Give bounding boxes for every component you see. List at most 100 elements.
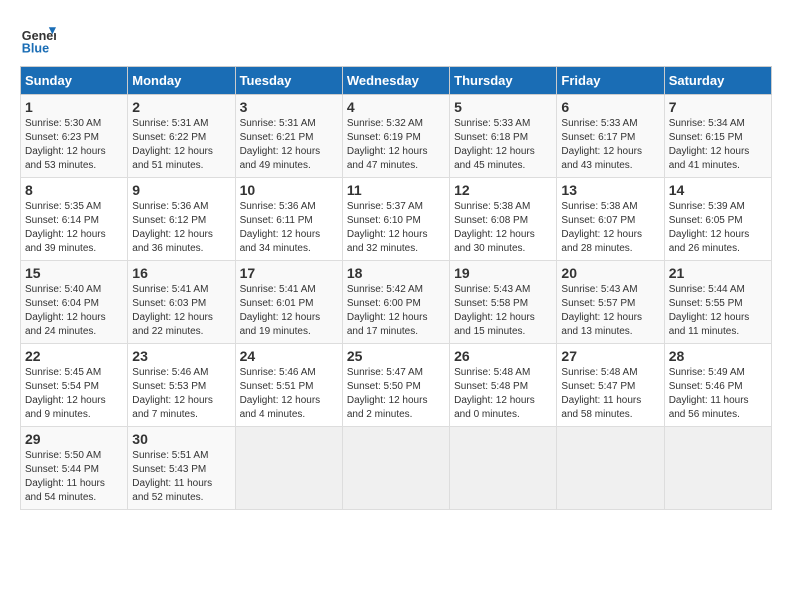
day-info: Sunrise: 5:31 AM Sunset: 6:22 PM Dayligh…	[132, 117, 230, 173]
day-info: Sunrise: 5:31 AM Sunset: 6:21 PM Dayligh…	[240, 117, 338, 173]
day-number: 23	[132, 348, 230, 364]
calendar-cell	[450, 427, 557, 510]
calendar-cell: 14 Sunrise: 5:39 AM Sunset: 6:05 PM Dayli…	[664, 178, 771, 261]
calendar-cell: 24 Sunrise: 5:46 AM Sunset: 5:51 PM Dayli…	[235, 344, 342, 427]
day-info: Sunrise: 5:48 AM Sunset: 5:48 PM Dayligh…	[454, 366, 552, 422]
calendar-cell: 25Sunrise: 5:47 AM Sunset: 5:50 PM Dayli…	[342, 344, 449, 427]
calendar-cell: 19Sunrise: 5:43 AM Sunset: 5:58 PM Dayli…	[450, 261, 557, 344]
calendar-cell: 16 Sunrise: 5:41 AM Sunset: 6:03 PM Dayli…	[128, 261, 235, 344]
day-number: 22	[25, 348, 123, 364]
day-info: Sunrise: 5:47 AM Sunset: 5:50 PM Dayligh…	[347, 366, 445, 422]
day-number: 9	[132, 182, 230, 198]
day-info: Sunrise: 5:33 AM Sunset: 6:17 PM Dayligh…	[561, 117, 659, 173]
day-info: Sunrise: 5:38 AM Sunset: 6:08 PM Dayligh…	[454, 200, 552, 256]
day-info: Sunrise: 5:43 AM Sunset: 5:58 PM Dayligh…	[454, 283, 552, 339]
weekday-header-cell: Monday	[128, 67, 235, 95]
calendar-cell: 29 Sunrise: 5:50 AM Sunset: 5:44 PM Dayli…	[21, 427, 128, 510]
calendar-body: 1Sunrise: 5:30 AM Sunset: 6:23 PM Daylig…	[21, 95, 772, 510]
calendar-table: SundayMondayTuesdayWednesdayThursdayFrid…	[20, 66, 772, 510]
day-info: Sunrise: 5:48 AM Sunset: 5:47 PM Dayligh…	[561, 366, 659, 422]
day-number: 16	[132, 265, 230, 281]
day-info: Sunrise: 5:49 AM Sunset: 5:46 PM Dayligh…	[669, 366, 767, 422]
day-info: Sunrise: 5:34 AM Sunset: 6:15 PM Dayligh…	[669, 117, 767, 173]
day-info: Sunrise: 5:45 AM Sunset: 5:54 PM Dayligh…	[25, 366, 123, 422]
calendar-row: 8 Sunrise: 5:35 AM Sunset: 6:14 PM Daylig…	[21, 178, 772, 261]
calendar-row: 1Sunrise: 5:30 AM Sunset: 6:23 PM Daylig…	[21, 95, 772, 178]
day-number: 24	[240, 348, 338, 364]
calendar-cell: 3 Sunrise: 5:31 AM Sunset: 6:21 PM Daylig…	[235, 95, 342, 178]
svg-text:Blue: Blue	[22, 41, 49, 55]
calendar-cell: 27 Sunrise: 5:48 AM Sunset: 5:47 PM Dayli…	[557, 344, 664, 427]
day-number: 28	[669, 348, 767, 364]
calendar-cell: 22 Sunrise: 5:45 AM Sunset: 5:54 PM Dayli…	[21, 344, 128, 427]
day-number: 12	[454, 182, 552, 198]
day-number: 21	[669, 265, 767, 281]
day-number: 30	[132, 431, 230, 447]
calendar-cell: 30 Sunrise: 5:51 AM Sunset: 5:43 PM Dayli…	[128, 427, 235, 510]
day-info: Sunrise: 5:41 AM Sunset: 6:01 PM Dayligh…	[240, 283, 338, 339]
day-number: 11	[347, 182, 445, 198]
calendar-cell: 5 Sunrise: 5:33 AM Sunset: 6:18 PM Daylig…	[450, 95, 557, 178]
calendar-cell	[557, 427, 664, 510]
calendar-cell: 1Sunrise: 5:30 AM Sunset: 6:23 PM Daylig…	[21, 95, 128, 178]
calendar-cell: 7 Sunrise: 5:34 AM Sunset: 6:15 PM Daylig…	[664, 95, 771, 178]
day-info: Sunrise: 5:46 AM Sunset: 5:53 PM Dayligh…	[132, 366, 230, 422]
day-info: Sunrise: 5:43 AM Sunset: 5:57 PM Dayligh…	[561, 283, 659, 339]
day-info: Sunrise: 5:37 AM Sunset: 6:10 PM Dayligh…	[347, 200, 445, 256]
calendar-cell: 8 Sunrise: 5:35 AM Sunset: 6:14 PM Daylig…	[21, 178, 128, 261]
calendar-cell: 10 Sunrise: 5:36 AM Sunset: 6:11 PM Dayli…	[235, 178, 342, 261]
day-number: 2	[132, 99, 230, 115]
calendar-cell: 6 Sunrise: 5:33 AM Sunset: 6:17 PM Daylig…	[557, 95, 664, 178]
calendar-cell: 26 Sunrise: 5:48 AM Sunset: 5:48 PM Dayli…	[450, 344, 557, 427]
day-info: Sunrise: 5:42 AM Sunset: 6:00 PM Dayligh…	[347, 283, 445, 339]
day-info: Sunrise: 5:33 AM Sunset: 6:18 PM Dayligh…	[454, 117, 552, 173]
calendar-cell: 21Sunrise: 5:44 AM Sunset: 5:55 PM Dayli…	[664, 261, 771, 344]
day-number: 18	[347, 265, 445, 281]
day-number: 29	[25, 431, 123, 447]
day-number: 6	[561, 99, 659, 115]
day-info: Sunrise: 5:36 AM Sunset: 6:12 PM Dayligh…	[132, 200, 230, 256]
weekday-header-cell: Friday	[557, 67, 664, 95]
day-number: 8	[25, 182, 123, 198]
day-number: 5	[454, 99, 552, 115]
calendar-cell: 13 Sunrise: 5:38 AM Sunset: 6:07 PM Dayli…	[557, 178, 664, 261]
day-info: Sunrise: 5:30 AM Sunset: 6:23 PM Dayligh…	[25, 117, 123, 173]
calendar-cell	[664, 427, 771, 510]
day-info: Sunrise: 5:36 AM Sunset: 6:11 PM Dayligh…	[240, 200, 338, 256]
day-number: 14	[669, 182, 767, 198]
day-number: 26	[454, 348, 552, 364]
calendar-cell: 20Sunrise: 5:43 AM Sunset: 5:57 PM Dayli…	[557, 261, 664, 344]
logo-icon: General Blue	[20, 20, 56, 56]
day-info: Sunrise: 5:38 AM Sunset: 6:07 PM Dayligh…	[561, 200, 659, 256]
calendar-cell: 4Sunrise: 5:32 AM Sunset: 6:19 PM Daylig…	[342, 95, 449, 178]
weekday-header-cell: Tuesday	[235, 67, 342, 95]
day-info: Sunrise: 5:35 AM Sunset: 6:14 PM Dayligh…	[25, 200, 123, 256]
calendar-row: 29 Sunrise: 5:50 AM Sunset: 5:44 PM Dayli…	[21, 427, 772, 510]
day-number: 17	[240, 265, 338, 281]
day-number: 4	[347, 99, 445, 115]
calendar-cell	[235, 427, 342, 510]
day-number: 3	[240, 99, 338, 115]
day-info: Sunrise: 5:46 AM Sunset: 5:51 PM Dayligh…	[240, 366, 338, 422]
page-header: General Blue	[20, 20, 772, 56]
weekday-header-cell: Saturday	[664, 67, 771, 95]
day-number: 10	[240, 182, 338, 198]
day-info: Sunrise: 5:39 AM Sunset: 6:05 PM Dayligh…	[669, 200, 767, 256]
logo: General Blue	[20, 20, 56, 56]
calendar-cell: 2 Sunrise: 5:31 AM Sunset: 6:22 PM Daylig…	[128, 95, 235, 178]
weekday-header-cell: Thursday	[450, 67, 557, 95]
day-number: 13	[561, 182, 659, 198]
day-info: Sunrise: 5:50 AM Sunset: 5:44 PM Dayligh…	[25, 449, 123, 505]
calendar-row: 22 Sunrise: 5:45 AM Sunset: 5:54 PM Dayli…	[21, 344, 772, 427]
day-info: Sunrise: 5:40 AM Sunset: 6:04 PM Dayligh…	[25, 283, 123, 339]
calendar-row: 15 Sunrise: 5:40 AM Sunset: 6:04 PM Dayli…	[21, 261, 772, 344]
day-number: 27	[561, 348, 659, 364]
weekday-header-cell: Sunday	[21, 67, 128, 95]
day-number: 7	[669, 99, 767, 115]
day-number: 15	[25, 265, 123, 281]
day-info: Sunrise: 5:41 AM Sunset: 6:03 PM Dayligh…	[132, 283, 230, 339]
day-info: Sunrise: 5:51 AM Sunset: 5:43 PM Dayligh…	[132, 449, 230, 505]
calendar-cell: 9 Sunrise: 5:36 AM Sunset: 6:12 PM Daylig…	[128, 178, 235, 261]
calendar-cell: 15 Sunrise: 5:40 AM Sunset: 6:04 PM Dayli…	[21, 261, 128, 344]
calendar-cell: 12 Sunrise: 5:38 AM Sunset: 6:08 PM Dayli…	[450, 178, 557, 261]
